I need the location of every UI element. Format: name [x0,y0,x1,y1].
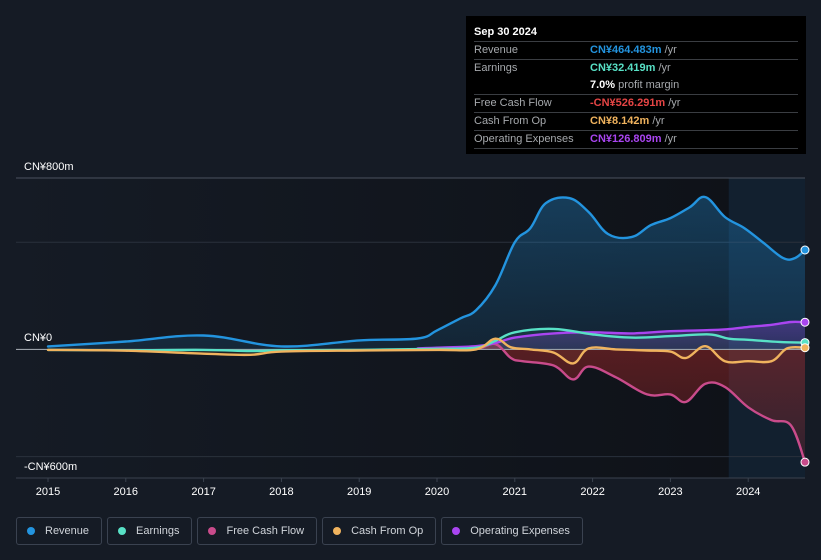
tooltip-unit: /yr [664,133,677,145]
legend-label: Earnings [136,525,180,537]
legend-item-cash-from-op[interactable]: Cash From Op [322,517,437,545]
x-tick-label: 2017 [191,486,215,498]
tooltip-row: Earnings CN¥32.419m/yr [474,60,798,77]
x-tick-label: 2018 [269,486,293,498]
tooltip-row: Revenue CN¥464.483m/yr [474,42,798,60]
legend-label: Free Cash Flow [226,525,305,537]
x-tick-label: 2024 [736,486,760,498]
legend-dot-icon [27,527,35,535]
tooltip-value: 7.0% [590,79,616,91]
y-tick-label: CN¥0 [24,332,52,344]
legend-item-earnings[interactable]: Earnings [107,517,193,545]
tooltip-unit: /yr [658,62,671,74]
legend-label: Cash From Op [351,525,424,537]
tooltip-unit: /yr [664,44,677,56]
x-tick-label: 2019 [347,486,371,498]
tooltip-row: 7.0% profit margin [474,77,798,95]
x-tick-label: 2015 [36,486,60,498]
tooltip-unit: /yr [652,115,665,127]
tooltip-row: Free Cash Flow -CN¥526.291m/yr [474,95,798,113]
tooltip-unit: /yr [668,97,681,109]
tooltip-value: CN¥8.142m [590,115,650,127]
legend-item-free-cash-flow[interactable]: Free Cash Flow [197,517,318,545]
tooltip-label: Cash From Op [474,115,547,127]
x-tick-label: 2022 [580,486,604,498]
tooltip-value: -CN¥526.291m [590,97,666,109]
y-tick-label: CN¥800m [24,161,74,173]
x-tick-label: 2016 [114,486,138,498]
revenue-end-point [800,245,810,255]
tooltip-label: Operating Expenses [474,133,574,145]
legend-item-revenue[interactable]: Revenue [16,517,103,545]
tooltip-date: Sep 30 2024 [474,24,798,42]
legend-dot-icon [452,527,461,535]
legend-label: Operating Expenses [470,525,570,537]
x-tick-label: 2023 [658,486,682,498]
legend: Revenue Earnings Free Cash Flow Cash From O… [16,517,583,545]
legend-dot-icon [333,527,342,535]
tooltip-row: Operating Expenses CN¥126.809m/yr [474,131,798,149]
tooltip-panel: Sep 30 2024 Revenue CN¥464.483m/yr Earning… [466,16,806,154]
tooltip-label: Revenue [474,44,519,56]
legend-dot-icon [118,527,127,535]
tooltip-label [474,77,590,94]
tooltip-value: CN¥32.419m [590,62,656,74]
y-tick-label: -CN¥600m [24,461,77,473]
tooltip-value: CN¥126.809m [590,133,662,145]
legend-dot-icon [208,527,217,535]
x-tick-label: 2021 [503,486,527,498]
tooltip-value: CN¥464.483m [590,44,662,56]
x-tick-label: 2020 [425,486,449,498]
tooltip-unit: profit margin [618,79,680,91]
operating-expenses-end-point [800,317,810,327]
tooltip-label: Free Cash Flow [474,97,552,109]
tooltip-label: Earnings [474,62,518,74]
free-cash-flow-end-point [800,457,810,467]
tooltip-row: Cash From Op CN¥8.142m/yr [474,113,798,131]
legend-label: Revenue [45,525,90,537]
legend-item-operating-expenses[interactable]: Operating Expenses [441,517,583,545]
cash-from-op-end-point [800,343,810,353]
